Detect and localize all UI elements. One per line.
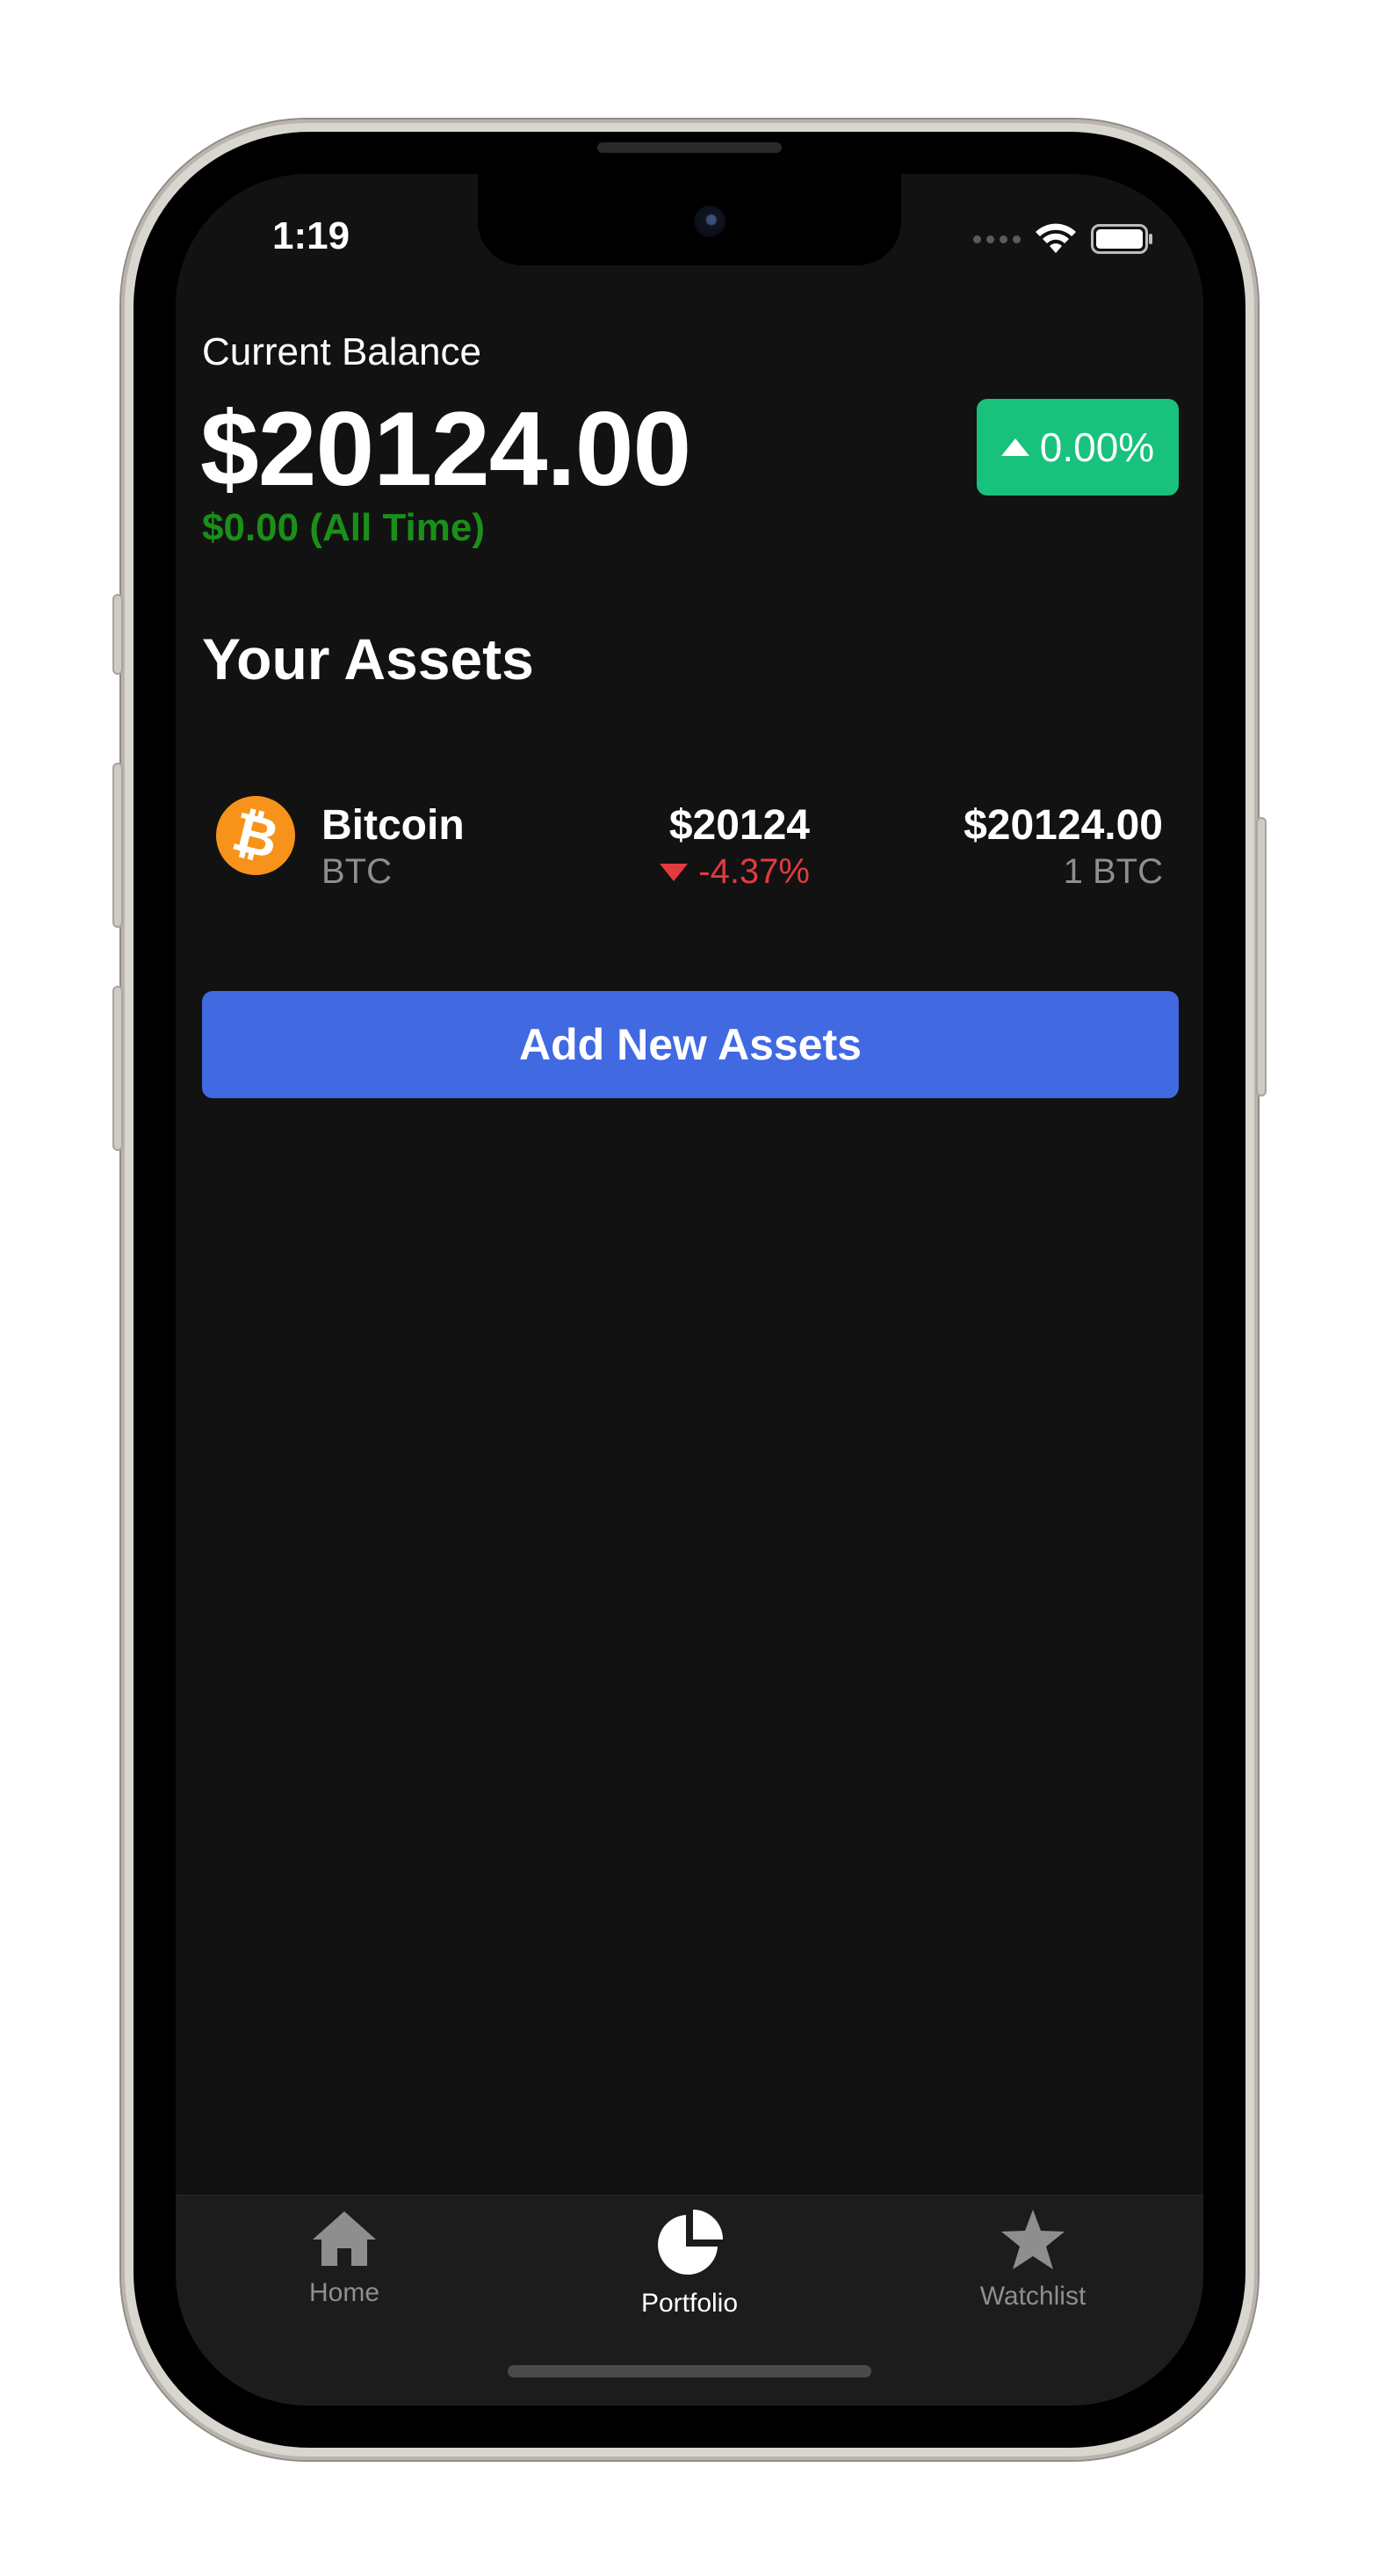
- status-icons: [973, 223, 1154, 255]
- all-time-change: $0.00 (All Time): [202, 506, 485, 549]
- cellular-signal-icon: [973, 235, 1021, 243]
- front-camera: [694, 206, 726, 237]
- tab-home[interactable]: Home: [230, 2208, 458, 2348]
- tab-portfolio[interactable]: Portfolio: [575, 2208, 804, 2348]
- home-icon: [313, 2211, 376, 2266]
- tab-portfolio-label: Portfolio: [640, 2289, 739, 2318]
- holding-quantity: 1 BTC: [1063, 852, 1163, 891]
- asset-change-percent: -4.37%: [698, 852, 810, 891]
- tab-home-label: Home: [308, 2278, 380, 2307]
- bitcoin-logo-icon: ₿: [207, 787, 304, 884]
- asset-price-change: -4.37%: [660, 852, 810, 892]
- notch: [478, 174, 901, 265]
- earpiece-speaker: [597, 142, 782, 153]
- pie-chart-icon: [658, 2210, 723, 2275]
- holding-value: $20124.00: [964, 802, 1163, 849]
- add-new-assets-button[interactable]: Add New Assets: [202, 991, 1179, 1098]
- tab-watchlist[interactable]: Watchlist: [919, 2208, 1147, 2348]
- arrow-down-icon: [660, 863, 689, 881]
- battery-icon: [1091, 224, 1152, 254]
- star-icon: [1001, 2210, 1065, 2269]
- asset-row[interactable]: ₿ Bitcoin BTC $20124 -4.37% $20124.00 1 …: [202, 771, 1177, 891]
- silent-switch: [112, 594, 123, 675]
- balance-change-badge: 0.00%: [977, 399, 1179, 496]
- balance-change-percent: 0.00%: [1039, 424, 1155, 470]
- wifi-icon: [1036, 223, 1076, 253]
- volume-up-button: [112, 763, 123, 928]
- asset-name: Bitcoin: [321, 802, 465, 849]
- home-indicator[interactable]: [508, 2365, 871, 2377]
- asset-symbol: BTC: [321, 852, 392, 891]
- balance-value: $20124.00: [200, 390, 691, 508]
- assets-heading: Your Assets: [202, 626, 534, 691]
- tab-watchlist-label: Watchlist: [979, 2282, 1087, 2311]
- app-screen: 1:19 Current Balance $20124.00 $0.00 (Al…: [176, 174, 1203, 2406]
- balance-label: Current Balance: [202, 330, 481, 373]
- power-button: [1256, 817, 1267, 1096]
- asset-price: $20124: [668, 802, 810, 849]
- status-time: 1:19: [272, 214, 350, 257]
- volume-down-button: [112, 986, 123, 1151]
- arrow-up-icon: [1000, 438, 1029, 456]
